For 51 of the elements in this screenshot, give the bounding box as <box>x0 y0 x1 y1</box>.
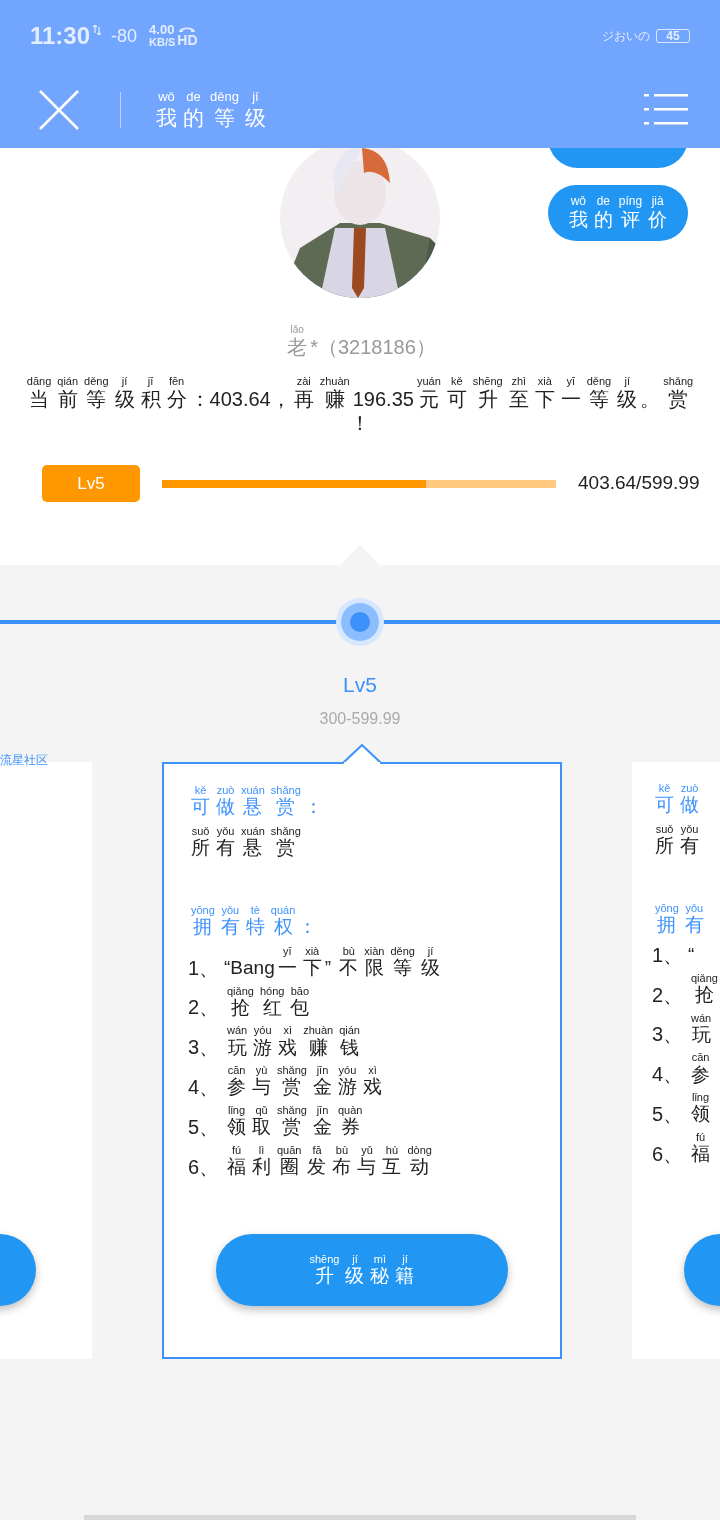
speed-unit: KB/S <box>149 36 176 48</box>
close-icon[interactable] <box>38 89 80 131</box>
section-heading: kě 可 zuò 做 <box>654 782 700 817</box>
hd-label: HD <box>177 33 198 47</box>
item-number: 3、 <box>652 1022 685 1047</box>
privilege-text: lǐng 领 <box>690 1091 711 1127</box>
item-number: 2、 <box>652 982 685 1007</box>
menu-icon[interactable] <box>644 94 688 126</box>
my-review-button[interactable]: wǒ 我 de 的 píng 评 jià 价 <box>548 185 688 241</box>
page-title: wǒ 我 de 的 děng 等 jí 级 <box>155 90 267 130</box>
points-message: dāng 当 qián 前 děng 等 jí 级 jī 积 fēn 分：403.64， zài 再 zhuàn 赚 196.35 yuán 元 kě 可 shēng 升 zhì 至 xià 下 yī 一 děng 等 jí 级。 shǎng 赏 ！ <box>25 375 695 436</box>
item-number: 4、 <box>188 1075 221 1100</box>
item-number: 4、 <box>652 1062 685 1087</box>
item-number: 2、 <box>188 995 221 1020</box>
user-name: lǎo 老*（3218186） <box>286 324 436 359</box>
item-number: 6、 <box>652 1142 685 1167</box>
item-number: 5、 <box>652 1102 685 1127</box>
carrier-name: ジおいの <box>602 28 650 45</box>
privilege-text: “ <box>688 943 695 967</box>
clock-time: 11:30 <box>30 21 91 51</box>
signal-strength: -80 <box>111 24 138 48</box>
battery-icon: 45 <box>656 29 690 43</box>
item-number: 1、 <box>652 942 685 967</box>
item-number: 1、 <box>188 955 221 980</box>
section-heading: yōng 拥 yǒu 有 tè 特 quán 权 ： <box>190 903 318 939</box>
bounty-text: suǒ 所 yǒu 有 xuán 悬 shǎng 赏 <box>190 824 302 860</box>
privilege-text: fú 福 lì 利 quān 圈 fā 发 bù 布 yǔ 与 hù 互 dòng 动 <box>226 1144 433 1179</box>
privilege-text: cān 参 <box>690 1051 711 1087</box>
section-heading: yōng 拥 yǒu 有 <box>654 901 705 937</box>
privilege-text: lǐng 领 qǔ 取 shǎng 赏 jīn 金 quàn 券 <box>226 1104 364 1140</box>
level-range: 300-599.99 <box>319 711 401 727</box>
section-heading: kě 可 zuò 做 xuán 悬 shǎng 赏 ： <box>190 784 323 819</box>
privilege-text: wán 玩 <box>690 1011 713 1047</box>
privilege-text: qiǎng 抢 <box>690 971 719 1007</box>
item-number: 3、 <box>188 1035 221 1060</box>
privilege-text: cān 参 yù 与 shǎng 赏 jīn 金 yóu 游 xì 戏 <box>226 1064 383 1100</box>
privilege-text: fú 福 <box>690 1131 711 1167</box>
item-number: 5、 <box>188 1115 221 1140</box>
level-badge: Lv5 <box>42 465 140 503</box>
privilege-text: “Bang yī 一 xià 下” bù 不 xiàn 限 děng 等 jí 级 <box>224 944 441 980</box>
network-speed: 4.00 <box>149 24 176 36</box>
timeline-level: Lv5 <box>343 674 377 695</box>
item-number: 6、 <box>188 1155 221 1179</box>
privilege-text: wán 玩 yóu 游 xì 戏 zhuàn 赚 qián 钱 <box>226 1024 361 1060</box>
community-label: 流星社区 <box>0 752 48 769</box>
upgrade-guide-button[interactable]: shēng 升 jí 级 mì 秘 jí 籍 <box>216 1234 508 1306</box>
progress-reading: 403.64/599.99 <box>578 471 700 496</box>
privilege-text: qiǎng 抢 hóng 红 bāo 包 <box>226 984 311 1020</box>
bounty-text: suǒ 所 yǒu 有 <box>654 822 700 858</box>
phone-icon <box>178 25 197 33</box>
data-arrows-icon <box>93 25 102 35</box>
